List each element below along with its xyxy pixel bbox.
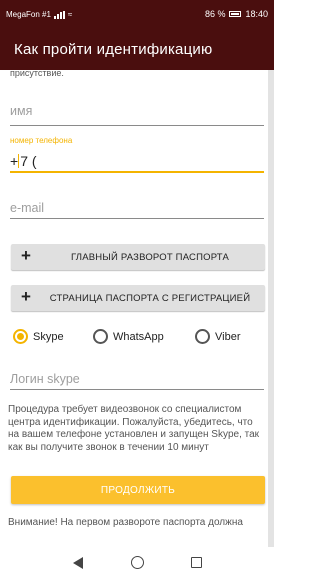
name-underline [10, 125, 264, 126]
phone-label: номер телефона [10, 136, 73, 145]
radio-circle-selected [13, 329, 28, 344]
continue-button[interactable]: ПРОДОЛЖИТЬ [11, 476, 265, 504]
passport-main-label: ГЛАВНЫЙ РАЗВОРОТ ПАСПОРТА [70, 252, 230, 263]
scrollbar-track[interactable] [268, 70, 274, 547]
wifi-icon: ≈ [67, 10, 73, 19]
status-left: MegaFon #1 ≈ [6, 10, 72, 19]
skype-login-underline [10, 389, 264, 390]
passport-registration-label: СТРАНИЦА ПАСПОРТА С РЕГИСТРАЦИЕЙ [49, 293, 251, 304]
status-right: 86 % 18:40 [205, 9, 268, 19]
name-field[interactable]: имя [10, 104, 264, 130]
navigation-bar [0, 547, 274, 579]
recent-square-icon[interactable] [191, 557, 202, 568]
messenger-radio-group: Skype WhatsApp Viber [11, 326, 265, 348]
phone-value: +7 ( [10, 153, 37, 169]
plus-icon: + [21, 287, 31, 306]
status-bar: MegaFon #1 ≈ 86 % 18:40 [0, 0, 274, 31]
phone-underline [10, 171, 264, 173]
phone-value-row: +7 ( [10, 153, 264, 171]
battery-percent: 86 % [204, 9, 226, 19]
email-field[interactable]: e-mail [10, 201, 264, 227]
battery-icon [229, 11, 242, 17]
skype-login-placeholder: Логин skype [10, 372, 80, 386]
back-triangle-icon[interactable] [73, 557, 83, 569]
radio-skype-label: Skype [33, 330, 64, 343]
radio-circle [93, 329, 108, 344]
home-circle-icon[interactable] [131, 556, 144, 569]
email-underline [10, 218, 264, 219]
passport-registration-button[interactable]: + СТРАНИЦА ПАСПОРТА С РЕГИСТРАЦИЕЙ [11, 285, 265, 311]
radio-viber-label: Viber [215, 330, 241, 343]
warning-text: Внимание! На первом развороте паспорта д… [8, 517, 243, 528]
skype-login-field[interactable]: Логин skype [10, 372, 264, 396]
phone-field[interactable]: номер телефона +7 ( [10, 136, 264, 176]
form-scroll-area[interactable]: присутствие. имя номер телефона +7 ( e-m… [0, 70, 274, 547]
video-call-note: Процедура требует видеозвонок со специал… [8, 404, 260, 453]
continue-label: ПРОДОЛЖИТЬ [100, 485, 176, 496]
clock: 18:40 [245, 9, 268, 19]
app-bar: Как пройти идентификацию [0, 31, 274, 70]
plus-icon: + [21, 246, 31, 265]
email-placeholder: e-mail [10, 201, 45, 215]
name-placeholder: имя [10, 104, 33, 118]
radio-viber[interactable]: Viber [195, 329, 240, 344]
page-title: Как пройти идентификацию [14, 41, 213, 58]
radio-whatsapp-label: WhatsApp [113, 330, 164, 343]
signal-icon [53, 10, 65, 19]
passport-main-button[interactable]: + ГЛАВНЫЙ РАЗВОРОТ ПАСПОРТА [11, 244, 265, 270]
radio-whatsapp[interactable]: WhatsApp [93, 329, 164, 344]
partial-text: присутствие. [10, 70, 64, 78]
carrier-name: MegaFon #1 [6, 10, 51, 19]
radio-circle [195, 329, 210, 344]
radio-skype[interactable]: Skype [13, 329, 64, 344]
